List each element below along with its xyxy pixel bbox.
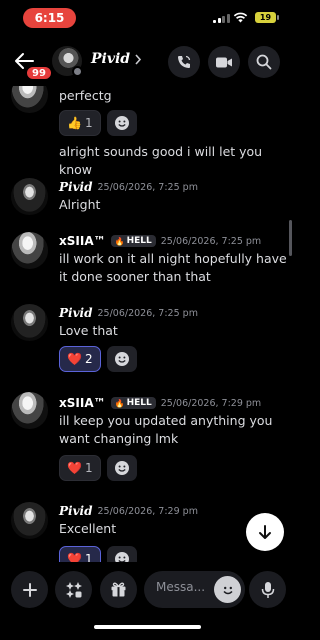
reaction-heart[interactable]: ❤️ 1 xyxy=(59,455,101,481)
search-icon xyxy=(256,54,272,70)
emoji-picker-button[interactable] xyxy=(214,576,241,603)
reaction-heart[interactable]: ❤️ 1 xyxy=(59,546,101,562)
reaction-count: 1 xyxy=(84,116,93,130)
battery-indicator: 19 xyxy=(255,12,279,23)
cell-signal-icon xyxy=(213,13,230,23)
microphone-icon xyxy=(261,581,274,598)
message-text: perfectg xyxy=(59,88,112,103)
scrollbar[interactable] xyxy=(289,220,292,256)
add-reaction-button[interactable] xyxy=(106,455,137,481)
avatar[interactable] xyxy=(11,86,48,113)
chevron-right-icon[interactable] xyxy=(134,54,142,65)
add-reaction-button[interactable] xyxy=(106,546,137,562)
reaction-bar: ❤️ 1 xyxy=(59,546,137,562)
add-attachment-button[interactable] xyxy=(11,571,48,608)
call-button[interactable] xyxy=(168,46,200,78)
voice-message-button[interactable] xyxy=(249,571,286,608)
arrow-down-icon xyxy=(259,525,271,539)
wifi-icon xyxy=(233,12,248,23)
status-time: 6:15 xyxy=(23,8,76,28)
add-reaction-button[interactable] xyxy=(106,346,137,372)
server-tag-label: HELL xyxy=(126,236,152,246)
home-indicator xyxy=(94,625,201,629)
message-author[interactable]: Pivid xyxy=(59,504,93,518)
reaction-bar: ❤️ 1 xyxy=(59,455,137,481)
status-bar: 6:15 19 xyxy=(0,0,295,34)
message-author[interactable]: xSIIA™ xyxy=(59,396,106,410)
reaction-bar: ❤️ 2 xyxy=(59,346,137,372)
message-author[interactable]: Pivid xyxy=(59,180,93,194)
reaction-emoji: ❤️ xyxy=(67,461,82,475)
reaction-count: 1 xyxy=(84,461,93,475)
jump-to-present-button[interactable] xyxy=(246,513,284,551)
avatar[interactable] xyxy=(11,502,48,539)
message-timestamp: 25/06/2026, 7:25 pm xyxy=(97,307,198,319)
avatar[interactable] xyxy=(11,178,48,215)
smiley-icon xyxy=(114,352,129,366)
reaction-bar: 👍 1 xyxy=(59,110,137,136)
gift-icon xyxy=(111,582,126,597)
channel-header: 99 Pivid xyxy=(0,38,295,86)
message-text: alright sounds good i will let you know xyxy=(59,144,263,177)
channel-title[interactable]: Pivid xyxy=(91,51,130,67)
message-timestamp: 25/06/2026, 7:25 pm xyxy=(97,181,198,193)
flame-icon: 🔥 xyxy=(114,398,125,408)
apps-sparkle-icon xyxy=(65,581,82,598)
message-text: ill keep you updated anything you want c… xyxy=(59,413,273,446)
reaction-count: 2 xyxy=(84,352,93,366)
reaction-count: 1 xyxy=(84,552,93,562)
message-timestamp: 25/06/2026, 7:29 pm xyxy=(97,505,198,517)
reaction-emoji: 👍 xyxy=(67,116,82,130)
phone-icon xyxy=(178,55,191,68)
message-text: Alright xyxy=(59,197,101,212)
message-author[interactable]: Pivid xyxy=(59,306,93,320)
smiley-icon xyxy=(114,116,129,130)
message-input[interactable] xyxy=(156,580,216,594)
message-list[interactable]: perfectg 👍 1 alright sounds good i will … xyxy=(0,86,295,562)
flame-icon: 🔥 xyxy=(114,236,125,246)
video-icon xyxy=(216,57,232,67)
message-text: ill work on it all night hopefully have … xyxy=(59,251,287,284)
avatar[interactable] xyxy=(11,304,48,341)
reaction-emoji: ❤️ xyxy=(67,552,82,562)
avatar[interactable] xyxy=(11,392,48,429)
unread-badge: 99 xyxy=(25,65,53,81)
server-tag-label: HELL xyxy=(126,398,152,408)
server-tag[interactable]: 🔥 HELL xyxy=(110,235,156,247)
message-author[interactable]: xSIIA™ xyxy=(59,234,106,248)
reaction-emoji: ❤️ xyxy=(67,352,82,366)
message-text: Love that xyxy=(59,323,118,338)
search-button[interactable] xyxy=(248,46,280,78)
gift-button[interactable] xyxy=(100,571,137,608)
avatar[interactable] xyxy=(11,232,48,269)
reaction-thumbs-up[interactable]: 👍 1 xyxy=(59,110,101,136)
apps-button[interactable] xyxy=(55,571,92,608)
smiley-icon xyxy=(114,461,129,475)
add-reaction-button[interactable] xyxy=(106,110,137,136)
video-call-button[interactable] xyxy=(208,46,240,78)
reaction-heart[interactable]: ❤️ 2 xyxy=(59,346,101,372)
smiley-icon xyxy=(222,586,233,594)
message-timestamp: 25/06/2026, 7:25 pm xyxy=(160,235,262,247)
message-timestamp: 25/06/2026, 7:29 pm xyxy=(160,397,262,409)
message-input-wrapper xyxy=(144,571,245,608)
server-tag[interactable]: 🔥 HELL xyxy=(110,397,156,409)
plus-icon xyxy=(22,582,37,597)
status-indicator xyxy=(72,66,83,77)
smiley-icon xyxy=(114,552,129,562)
